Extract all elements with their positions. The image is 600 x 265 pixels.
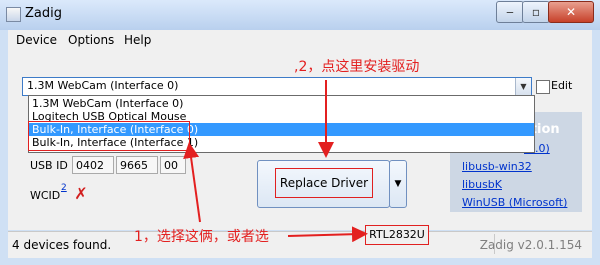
annotation-arrow-right <box>287 226 368 243</box>
annotation-arrows <box>183 80 368 243</box>
annotation-arrow-up <box>183 142 201 223</box>
zadig-window: Zadig ‒ ▫ ✕ Device Options Help 1.3M Web… <box>0 0 600 265</box>
annotation-step1: 1，选择这俩，或者选 <box>134 229 269 245</box>
annotation-step2: ,2，点这里安装驱动 <box>294 59 420 75</box>
